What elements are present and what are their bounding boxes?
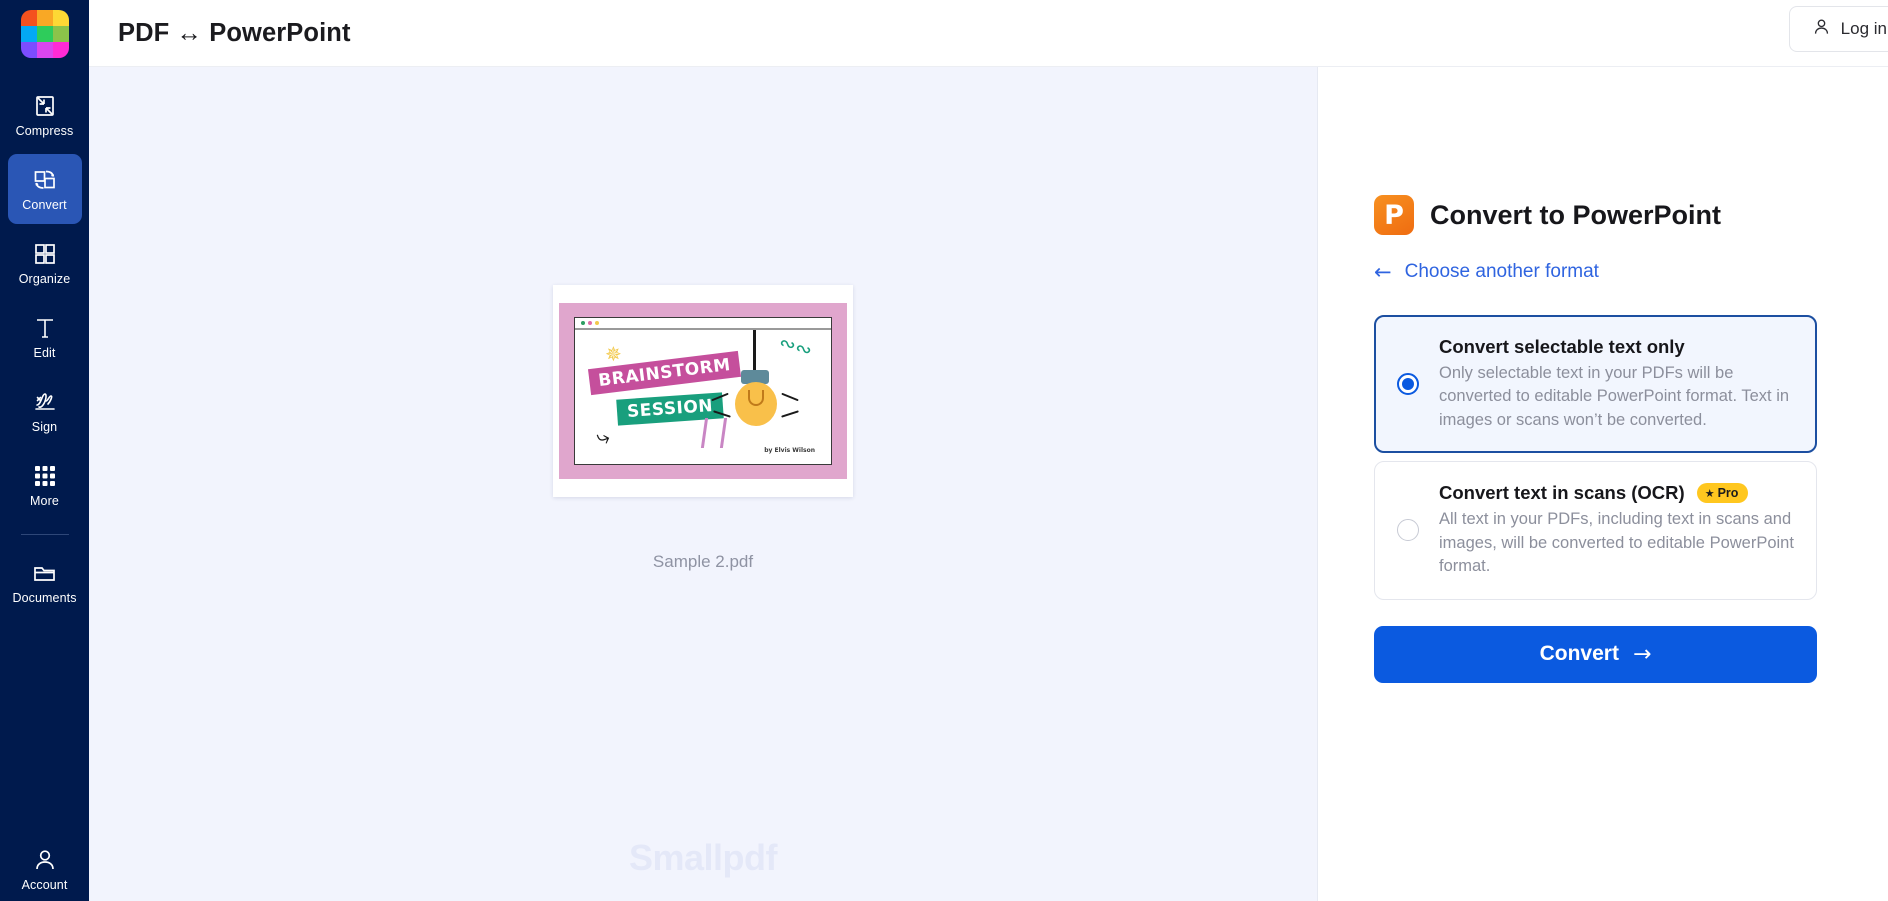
bulb-ray [781,410,799,418]
folder-icon [31,559,59,587]
option-description: Only selectable text in your PDFs will b… [1439,364,1790,429]
convert-options-panel: P Convert to PowerPoint ← Choose another… [1318,67,1888,901]
pdf-page-thumbnail: ✵ ∾∾ BRAINSTORM SESSION ⤷ by Elvis Wilso… [559,303,847,479]
radio-selectable-text[interactable] [1397,373,1419,396]
compress-icon [31,92,59,120]
sidebar-item-edit[interactable]: Edit [8,302,82,372]
sidebar-item-account[interactable]: Account [0,846,89,892]
file-name-label: Sample 2.pdf [652,552,754,571]
sidebar-item-compress[interactable]: Compress [8,80,82,150]
convert-icon [31,166,59,194]
pro-badge-label: Pro [1717,486,1739,501]
option-title: Convert text in scans (OCR) [1439,482,1685,504]
left-sidebar: Compress Convert Organize Edit Sign More… [0,0,89,901]
convert-button-label: Convert [1539,642,1619,666]
sidebar-item-label: Sign [31,420,58,435]
option-title-row: Convert selectable text only [1439,336,1794,358]
account-label: Account [21,877,68,892]
option-body: Convert text in scans (OCR) ★ Pro All te… [1439,482,1794,578]
pro-badge: ★ Pro [1696,483,1749,504]
body-row: ✵ ∾∾ BRAINSTORM SESSION ⤷ by Elvis Wilso… [89,67,1888,901]
sidebar-divider [20,534,69,535]
sidebar-item-label: Convert [22,198,67,213]
sidebar-item-label: Organize [18,272,71,287]
page-title: PDF ↔ PowerPoint [118,18,351,47]
slide-byline: by Elvis Wilson [764,447,815,454]
smallpdf-logo[interactable] [20,9,69,58]
sparkle-icon: ✵ [605,342,622,366]
window-dot-yellow [595,321,599,325]
arrow-right-icon: → [1632,641,1652,667]
file-preview-wrapper: ✵ ∾∾ BRAINSTORM SESSION ⤷ by Elvis Wilso… [89,285,1317,572]
bulb-ray [781,392,799,402]
arrow-left-icon: ← [1374,259,1392,284]
powerpoint-icon: P [1374,195,1414,235]
bulb-cord [753,330,756,372]
window-dot-green [581,321,585,325]
sidebar-item-documents[interactable]: Documents [8,547,82,617]
star-icon: ★ [1704,486,1715,500]
signature-icon [31,388,59,416]
convert-button[interactable]: Convert → [1374,625,1817,683]
top-bar: PDF ↔ PowerPoint Log in [89,0,1888,67]
sidebar-item-sign[interactable]: Sign [8,376,82,446]
account-avatar-icon [31,846,59,874]
option-convert-ocr[interactable]: Convert text in scans (OCR) ★ Pro All te… [1374,461,1817,600]
login-button-label: Log in [1840,19,1887,38]
option-title-row: Convert text in scans (OCR) ★ Pro [1439,482,1794,504]
sidebar-item-convert[interactable]: Convert [7,154,82,224]
main-region: PDF ↔ PowerPoint Log in ✵ ∾∾ BRAINSTORM … [89,0,1888,901]
app-root: Compress Convert Organize Edit Sign More… [0,0,1888,901]
dots-grid-icon [31,462,59,490]
option-title: Convert selectable text only [1439,336,1685,357]
sidebar-item-label: Documents [12,591,77,606]
conversion-mode-options: Convert selectable text only Only select… [1374,315,1817,600]
sidebar-item-label: Compress [15,124,74,139]
option-convert-selectable-text[interactable]: Convert selectable text only Only select… [1374,315,1817,454]
sidebar-item-label: Edit [33,346,56,361]
sidebar-item-more[interactable]: More [8,450,82,520]
scribble-doodle-icon [700,418,728,448]
sidebar-item-organize[interactable]: Organize [8,228,82,298]
choose-another-format-label: Choose another format [1404,261,1599,282]
user-icon [1812,17,1831,41]
document-canvas: ✵ ∾∾ BRAINSTORM SESSION ⤷ by Elvis Wilso… [89,67,1318,901]
text-edit-icon [31,314,59,342]
choose-another-format-link[interactable]: ← Choose another format [1374,261,1817,283]
squiggle-doodle-icon: ∾∾ [776,329,816,363]
arrow-doodle-icon: ⤷ [593,423,613,452]
sidebar-nav: Compress Convert Organize Edit Sign More… [0,80,89,621]
panel-header: P Convert to PowerPoint [1374,195,1817,235]
bulb-filament [748,390,764,406]
file-thumbnail-card[interactable]: ✵ ∾∾ BRAINSTORM SESSION ⤷ by Elvis Wilso… [553,285,853,497]
radio-ocr[interactable] [1397,519,1419,542]
smallpdf-watermark: Smallpdf [628,837,778,878]
smallpdf-logo-wrapper[interactable] [0,0,89,67]
sidebar-item-label: More [30,494,59,509]
option-description: All text in your PDFs, including text in… [1439,510,1794,576]
panel-title: Convert to PowerPoint [1430,199,1722,230]
browser-chrome-bar [575,318,831,330]
login-button[interactable]: Log in [1788,6,1888,52]
slide-preview: ✵ ∾∾ BRAINSTORM SESSION ⤷ by Elvis Wilso… [574,317,832,465]
window-dot-pink [588,321,592,325]
option-body: Convert selectable text only Only select… [1439,336,1794,432]
organize-grid-icon [31,240,59,268]
